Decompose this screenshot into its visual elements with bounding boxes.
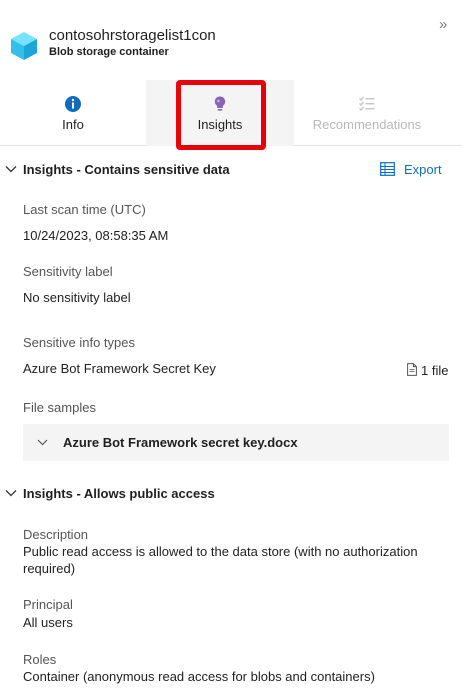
tab-recommendations-label: Recommendations [312,117,422,132]
file-count-label: 1 file [421,363,449,378]
section-title: Insights - Contains sensitive data [23,162,230,177]
description-label: Description [23,527,89,542]
info-icon [65,96,81,112]
file-sample-name: Azure Bot Framework secret key.docx [63,435,298,450]
panel-header: contosohrstoragelist1con Blob storage co… [0,0,462,80]
tab-insights[interactable]: Insights [146,80,294,146]
description-value: Public read access is allowed to the dat… [23,544,418,576]
principal-value: All users [23,615,73,630]
section-public-access-header[interactable]: Insights - Allows public access [0,484,462,504]
lightbulb-icon [214,96,226,111]
principal-label: Principal [23,597,73,612]
file-sample-item[interactable]: Azure Bot Framework secret key.docx [23,424,449,461]
roles-value: Container (anonymous read access for blo… [23,669,375,684]
blob-container-icon [11,32,37,60]
chevron-down-icon [5,490,17,497]
collapse-panel-icon[interactable]: » [439,16,447,33]
info-types-label: Sensitive info types [23,335,136,350]
document-icon [407,363,417,376]
resource-title: contosohrstoragelist1con [49,27,216,44]
tab-info[interactable]: Info [0,80,146,146]
export-label: Export [404,162,442,177]
roles-label: Roles [23,652,57,667]
info-type-value: Azure Bot Framework Secret Key [23,361,216,376]
tab-info-label: Info [62,117,84,132]
section-title: Insights - Allows public access [23,486,215,501]
checklist-icon [359,96,375,112]
file-samples-label: File samples [23,400,96,415]
last-scan-value: 10/24/2023, 08:58:35 AM [23,228,169,243]
chevron-down-icon [5,166,17,173]
chevron-down-icon [37,439,48,446]
table-export-icon [380,162,395,176]
sensitivity-label-label: Sensitivity label [23,264,113,279]
tab-insights-label: Insights [197,117,243,132]
tab-recommendations[interactable]: Recommendations [294,80,440,146]
resource-type: Blob storage container [49,46,169,58]
tab-bar: Info Insights Recommendations [0,80,462,146]
sensitivity-label-value: No sensitivity label [23,290,131,305]
last-scan-label: Last scan time (UTC) [23,202,146,217]
